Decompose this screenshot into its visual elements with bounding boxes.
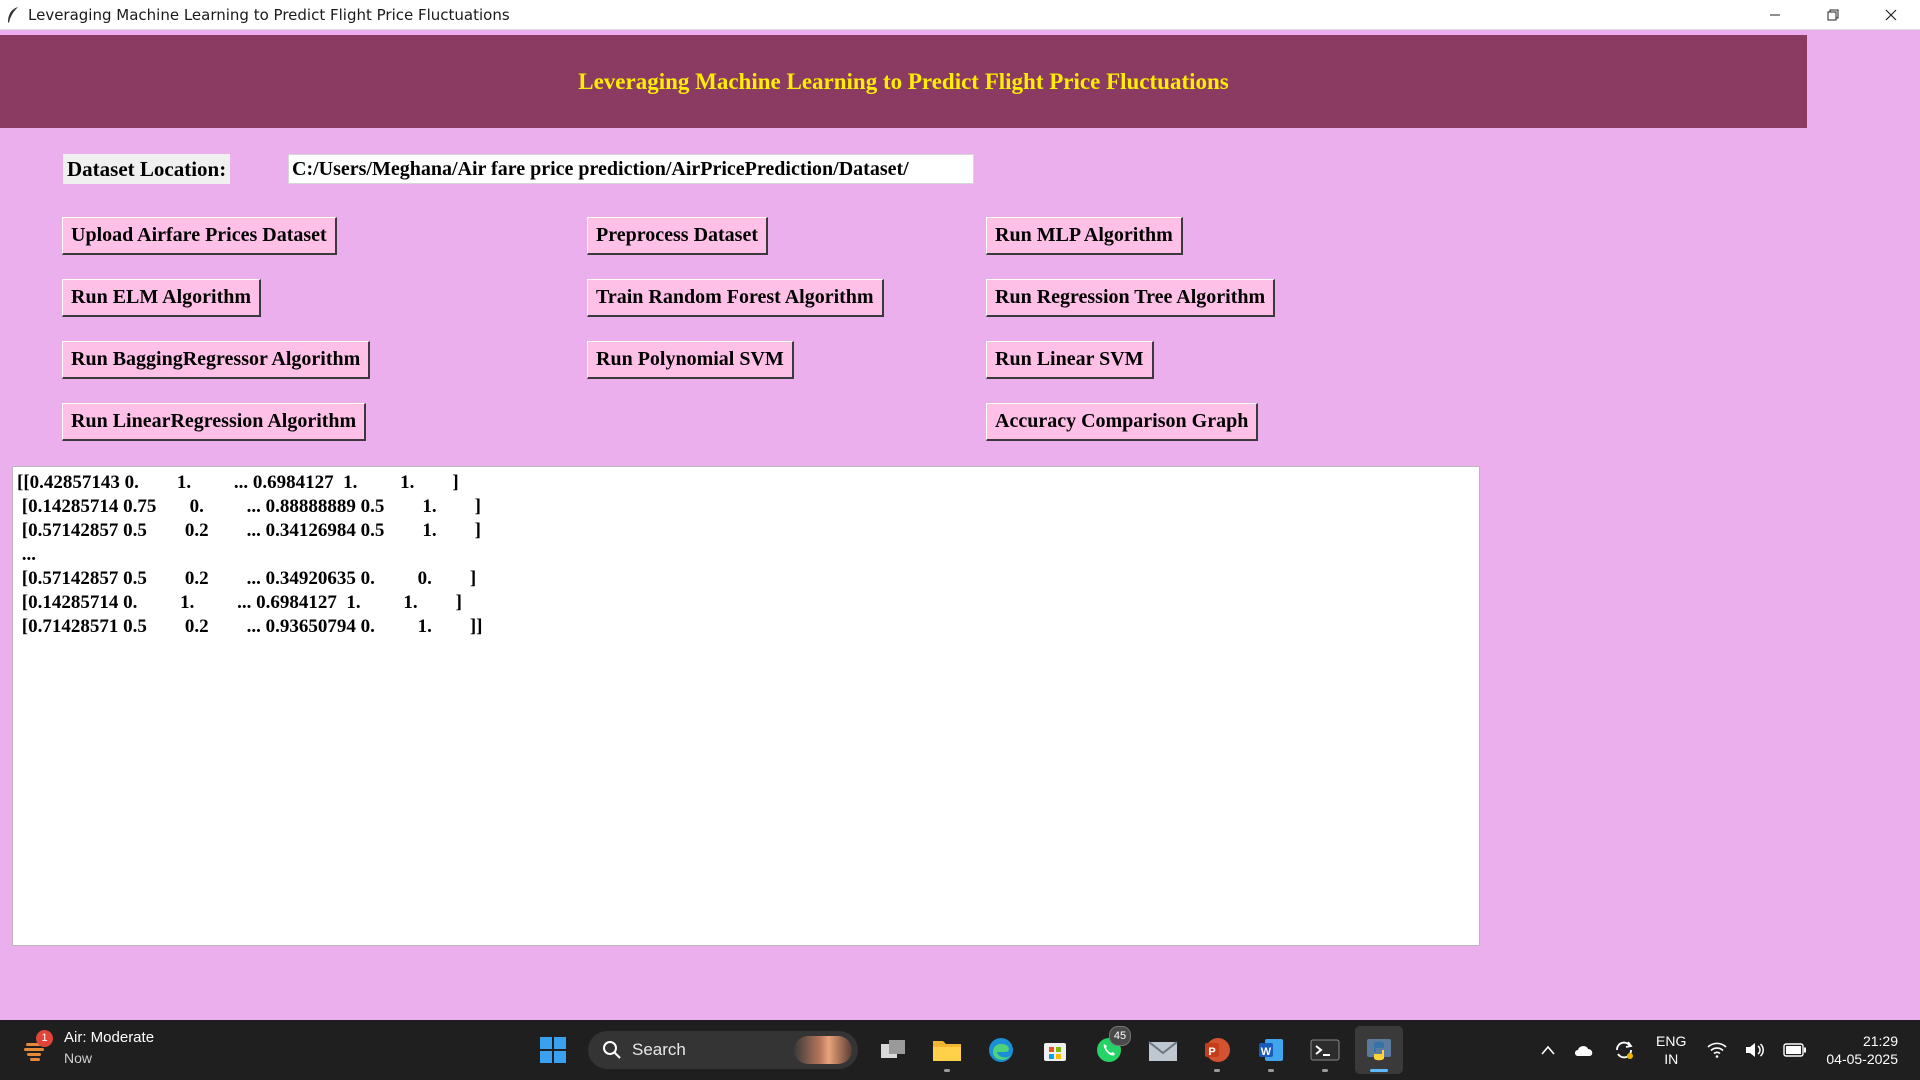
restore-button[interactable] [1804,0,1862,29]
feather-icon [8,6,18,23]
language-indicator[interactable]: ENG IN [1656,1032,1686,1068]
search-label: Search [632,1040,686,1059]
output-line: [0.57142857 0.5 0.2 ... 0.34920635 0. 0.… [17,568,477,589]
search-highlight-image [794,1036,852,1064]
terminal-icon [1310,1039,1340,1061]
restore-icon [1827,9,1839,20]
accuracy-comparison-graph-button[interactable]: Accuracy Comparison Graph [986,403,1259,441]
python-app-button[interactable] [1355,1026,1403,1074]
speaker-icon [1746,1043,1765,1057]
battery-button[interactable] [1783,1043,1807,1057]
weather-subtitle: Now [64,1050,93,1066]
powerpoint-icon: P [1205,1038,1230,1062]
dataset-path-field[interactable]: C:/Users/Meghana/Air fare price predicti… [288,154,974,184]
close-icon [1885,9,1897,20]
app-window: Leveraging Machine Learning to Predict F… [0,30,1920,1020]
output-line: [0.71428571 0.5 0.2 ... 0.93650794 0. 1.… [17,616,483,637]
taskbar-search[interactable]: Search [588,1031,858,1069]
svg-text:P: P [1208,1046,1215,1058]
microsoft-store-button[interactable] [1031,1026,1079,1074]
minimize-icon [1770,14,1780,15]
terminal-button[interactable] [1301,1026,1349,1074]
sync-button[interactable] [1613,1039,1635,1061]
store-icon [1044,1043,1066,1061]
run-bagging-regressor-button[interactable]: Run BaggingRegressor Algorithm [62,341,371,379]
edge-icon [989,1038,1013,1062]
output-line: [0.14285714 0. 1. ... 0.6984127 1. 1. ] [17,592,462,613]
whatsapp-badge: 45 [1109,1026,1131,1046]
chevron-up-icon [1541,1045,1555,1055]
run-polynomial-svm-button[interactable]: Run Polynomial SVM [587,341,794,379]
clock-date: 04-05-2025 [1826,1051,1898,1067]
mail-button[interactable] [1139,1026,1187,1074]
dataset-location-label: Dataset Location: [63,154,231,184]
file-explorer-button[interactable] [923,1026,971,1074]
mail-icon [1148,1041,1178,1061]
onedrive-button[interactable] [1573,1043,1595,1057]
volume-button[interactable] [1745,1042,1765,1058]
weather-title: Air: Moderate [64,1029,155,1046]
wifi-icon [1707,1042,1727,1058]
upload-dataset-button[interactable]: Upload Airfare Prices Dataset [62,217,337,255]
task-view-button[interactable] [869,1026,917,1074]
windows-icon [540,1037,566,1063]
taskbar: 1 Air: Moderate Now Search 45 P W ENG IN… [0,1020,1920,1080]
region-code: IN [1664,1051,1679,1067]
window-title: Leveraging Machine Learning to Predict F… [28,5,510,24]
weather-widget[interactable]: 1 Air: Moderate Now [22,1028,154,1068]
output-line: ... [17,544,36,565]
sync-icon [1616,1041,1634,1059]
network-button[interactable] [1707,1042,1727,1058]
run-elm-button[interactable]: Run ELM Algorithm [62,279,262,317]
language-code: ENG [1656,1033,1687,1049]
page-title: Leveraging Machine Learning to Predict F… [578,68,1229,94]
window-title-bar[interactable]: Leveraging Machine Learning to Predict F… [0,0,1920,30]
output-line: [0.14285714 0.75 0. ... 0.88888889 0.5 1… [17,496,481,517]
cloud-icon [1575,1046,1593,1056]
minimize-button[interactable] [1746,0,1804,29]
run-linear-regression-button[interactable]: Run LinearRegression Algorithm [62,403,367,441]
svg-text:W: W [1261,1046,1272,1058]
taskbar-clock[interactable]: 21:29 04-05-2025 [1826,1032,1898,1068]
run-linear-svm-button[interactable]: Run Linear SVM [986,341,1154,379]
air-quality-icon: 1 [22,1030,53,1063]
start-button[interactable] [529,1026,577,1074]
folder-icon [933,1041,961,1061]
search-icon [603,1041,621,1059]
preprocess-dataset-button[interactable]: Preprocess Dataset [587,217,768,255]
taskbar-apps: Search 45 P W [526,1026,1406,1074]
output-line: [[0.42857143 0. 1. ... 0.6984127 1. 1. ] [17,472,459,493]
whatsapp-button[interactable]: 45 [1085,1026,1133,1074]
header-banner: Leveraging Machine Learning to Predict F… [0,35,1807,128]
run-regression-tree-button[interactable]: Run Regression Tree Algorithm [986,279,1276,317]
weather-badge: 1 [36,1030,53,1047]
powerpoint-button[interactable]: P [1193,1026,1241,1074]
battery-icon [1783,1043,1807,1057]
word-icon: W [1259,1039,1283,1061]
edge-browser-button[interactable] [977,1026,1025,1074]
output-text-area[interactable]: [[0.42857143 0. 1. ... 0.6984127 1. 1. ]… [12,466,1480,946]
word-button[interactable]: W [1247,1026,1295,1074]
window-controls [1746,0,1920,29]
python-feather-icon [1367,1039,1391,1061]
task-view-icon [881,1040,905,1058]
train-random-forest-button[interactable]: Train Random Forest Algorithm [587,279,884,317]
run-mlp-button[interactable]: Run MLP Algorithm [986,217,1183,255]
show-hidden-icons-button[interactable] [1541,1045,1555,1055]
output-line: [0.57142857 0.5 0.2 ... 0.34126984 0.5 1… [17,520,481,541]
system-tray: ENG IN 21:29 04-05-2025 [1532,1020,1920,1080]
clock-time: 21:29 [1862,1033,1898,1049]
close-button[interactable] [1862,0,1920,29]
